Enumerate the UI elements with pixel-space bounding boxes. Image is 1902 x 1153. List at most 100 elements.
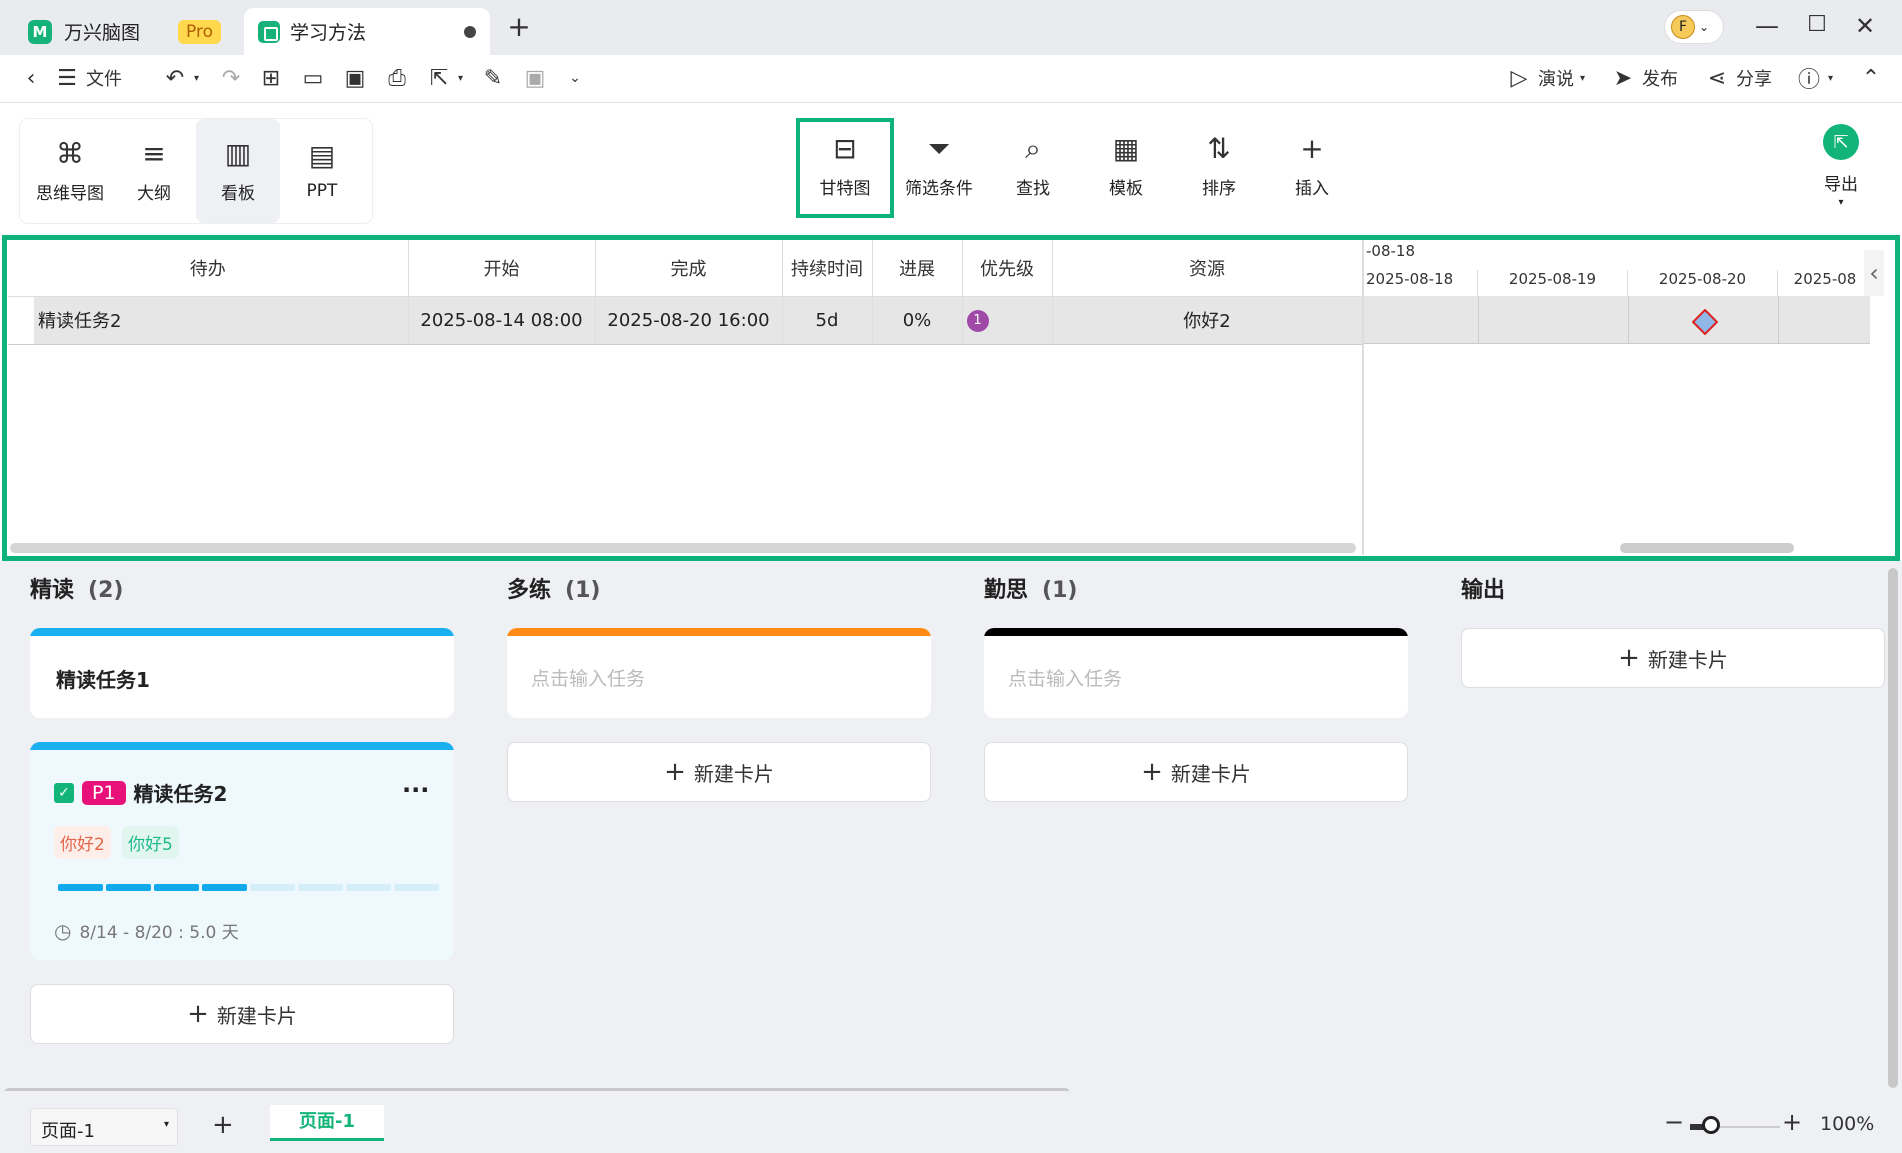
template-label: 模板: [1109, 178, 1143, 199]
timeline-horizontal-scrollbar[interactable]: [1620, 543, 1794, 553]
open-button[interactable]: ▭: [300, 65, 326, 91]
zoom-in-icon[interactable]: +: [1782, 1108, 1802, 1136]
ribbon: ⌘ 思维导图 ≡ 大纲 ▥ 看板 ▤ PPT ⊟ 甘特图 ⏷ 筛选条件 ⌕ 查找…: [0, 103, 1902, 233]
task-card-input[interactable]: 点击输入任务: [984, 628, 1408, 718]
close-icon[interactable]: ✕: [1848, 12, 1882, 40]
table-row[interactable]: 精读任务2 2025-08-14 08:00 2025-08-20 16:00 …: [8, 296, 1363, 345]
new-button[interactable]: ⊞: [258, 65, 284, 91]
new-tab-plus-icon[interactable]: +: [502, 10, 536, 43]
header-priority[interactable]: 优先级: [962, 240, 1053, 297]
save-button[interactable]: ▣: [342, 65, 368, 91]
find-button[interactable]: ⌕ 查找: [988, 121, 1078, 211]
add-page-plus-icon[interactable]: +: [212, 1110, 234, 1140]
print-button[interactable]: ⎙: [384, 65, 410, 91]
new-card-button[interactable]: + 新建卡片: [507, 742, 931, 802]
present-button[interactable]: ▷ 演说 ▾: [1506, 65, 1586, 91]
header-task[interactable]: 待办: [8, 240, 409, 297]
chevron-left-icon: ‹: [26, 65, 36, 91]
timeline-month: -08-18: [1366, 242, 1415, 260]
share-button[interactable]: ⋖ 分享: [1704, 65, 1772, 91]
timeline-day: 2025-08-19: [1478, 270, 1628, 296]
new-card-button[interactable]: + 新建卡片: [1461, 628, 1885, 688]
view-mindmap[interactable]: ⌘ 思维导图: [28, 119, 112, 223]
header-duration[interactable]: 持续时间: [782, 240, 873, 297]
help-icon: ⓘ: [1797, 68, 1820, 93]
cell-progress[interactable]: 0%: [872, 296, 963, 345]
back-button[interactable]: ‹: [18, 65, 44, 91]
page-select[interactable]: 页面-1 ▾: [30, 1108, 178, 1146]
timeline-row[interactable]: [1364, 296, 1870, 344]
chevron-up-icon: ⌃: [1861, 65, 1881, 91]
edit-button[interactable]: ✎: [480, 65, 506, 91]
task-card[interactable]: 精读任务1: [30, 628, 454, 718]
sort-button[interactable]: ⇅ 排序: [1174, 121, 1264, 211]
column-title-duolian[interactable]: 多练 (1): [507, 572, 600, 604]
document-tab[interactable]: 学习方法: [244, 8, 490, 55]
new-card-button[interactable]: + 新建卡片: [984, 742, 1408, 802]
card-date: ◷ 8/14 - 8/20 : 5.0 天: [54, 918, 239, 944]
undo-button[interactable]: ↶ ▾: [162, 65, 199, 91]
dropdown-icon: ▾: [458, 72, 464, 84]
column-title-qinsi[interactable]: 勤思 (1): [984, 572, 1077, 604]
page-tab[interactable]: 页面-1: [270, 1105, 384, 1141]
gantt-button[interactable]: ⊟ 甘特图: [800, 121, 890, 211]
new-card-label: 新建卡片: [693, 761, 774, 786]
insert-button[interactable]: + 插入: [1267, 121, 1357, 211]
filter-button[interactable]: ⏷ 筛选条件: [894, 121, 984, 211]
view-kanban[interactable]: ▥ 看板: [196, 119, 280, 223]
help-button[interactable]: ⓘ ▾: [1796, 65, 1833, 93]
progress-segment: [346, 884, 391, 891]
task-card-input[interactable]: 点击输入任务: [507, 628, 931, 718]
collapse-ribbon-button[interactable]: ⌃: [1858, 65, 1884, 91]
cell-start[interactable]: 2025-08-14 08:00: [408, 296, 596, 345]
milestone-diamond-icon[interactable]: [1692, 309, 1718, 335]
date-range: 8/14 - 8/20 : 5.0 天: [79, 923, 239, 943]
template-button[interactable]: ▦ 模板: [1081, 121, 1171, 211]
cell-priority[interactable]: 1: [962, 296, 1053, 345]
more-tools-button[interactable]: ⌄: [562, 65, 588, 91]
more-options-icon[interactable]: ···: [402, 776, 429, 804]
ppt-icon: ▤: [308, 139, 336, 172]
priority-tag[interactable]: P1: [82, 780, 126, 805]
header-progress[interactable]: 进展: [872, 240, 963, 297]
unsaved-dot-icon[interactable]: [464, 25, 476, 38]
publish-button[interactable]: ➤ 发布: [1610, 65, 1678, 91]
cell-resource[interactable]: 你好2: [1052, 296, 1363, 345]
zoom-slider-handle[interactable]: [1702, 1116, 1720, 1134]
cell-task[interactable]: 精读任务2: [8, 296, 409, 345]
column-title-jingdu[interactable]: 精读 (2): [30, 572, 123, 604]
header-end[interactable]: 完成: [595, 240, 783, 297]
account-menu[interactable]: F ⌄: [1664, 10, 1724, 44]
resource-tag[interactable]: 你好2: [54, 826, 111, 859]
task-card-selected[interactable]: ✓ P1 精读任务2 ··· 你好2 你好5 ◷ 8/14 - 8/20 : 5…: [30, 742, 454, 960]
redo-button[interactable]: ↷: [218, 65, 244, 91]
table-horizontal-scrollbar[interactable]: [10, 543, 1356, 553]
task-input-placeholder[interactable]: 点击输入任务: [1008, 664, 1122, 691]
zoom-out-icon[interactable]: −: [1664, 1108, 1684, 1136]
header-start[interactable]: 开始: [408, 240, 596, 297]
clock-icon: ◷: [54, 918, 72, 943]
export-toolbar-button[interactable]: ⇱ ▾: [426, 65, 463, 91]
view-outline[interactable]: ≡ 大纲: [112, 119, 196, 223]
cell-end[interactable]: 2025-08-20 16:00: [595, 296, 783, 345]
file-menu-button[interactable]: ☰ 文件: [54, 65, 122, 91]
timeline-collapse-chevron-left-icon[interactable]: ‹: [1864, 250, 1884, 296]
app-tab[interactable]: M 万兴脑图 Pro: [14, 8, 235, 55]
search-icon: ⌕: [1025, 131, 1041, 165]
new-card-button[interactable]: + 新建卡片: [30, 984, 454, 1044]
header-resource[interactable]: 资源: [1052, 240, 1363, 297]
column-name: 精读: [30, 578, 75, 603]
cell-duration[interactable]: 5d: [782, 296, 873, 345]
pro-badge[interactable]: Pro: [178, 19, 221, 44]
title-bar: M 万兴脑图 Pro 学习方法 + F ⌄ — ☐ ✕: [0, 0, 1902, 55]
minimize-icon[interactable]: —: [1750, 12, 1784, 40]
column-title-shuchu[interactable]: 输出: [1461, 572, 1505, 604]
resource-tag[interactable]: 你好5: [122, 826, 179, 859]
view-ppt[interactable]: ▤ PPT: [280, 119, 364, 223]
kanban-vertical-scrollbar[interactable]: [1888, 568, 1898, 1088]
export-button[interactable]: ⇱ 导出 ▾: [1796, 121, 1886, 211]
checkbox-checked-icon[interactable]: ✓: [54, 782, 74, 803]
maximize-icon[interactable]: ☐: [1800, 12, 1834, 37]
task-input-placeholder[interactable]: 点击输入任务: [531, 664, 645, 691]
save-as-button[interactable]: ▣: [522, 65, 548, 91]
